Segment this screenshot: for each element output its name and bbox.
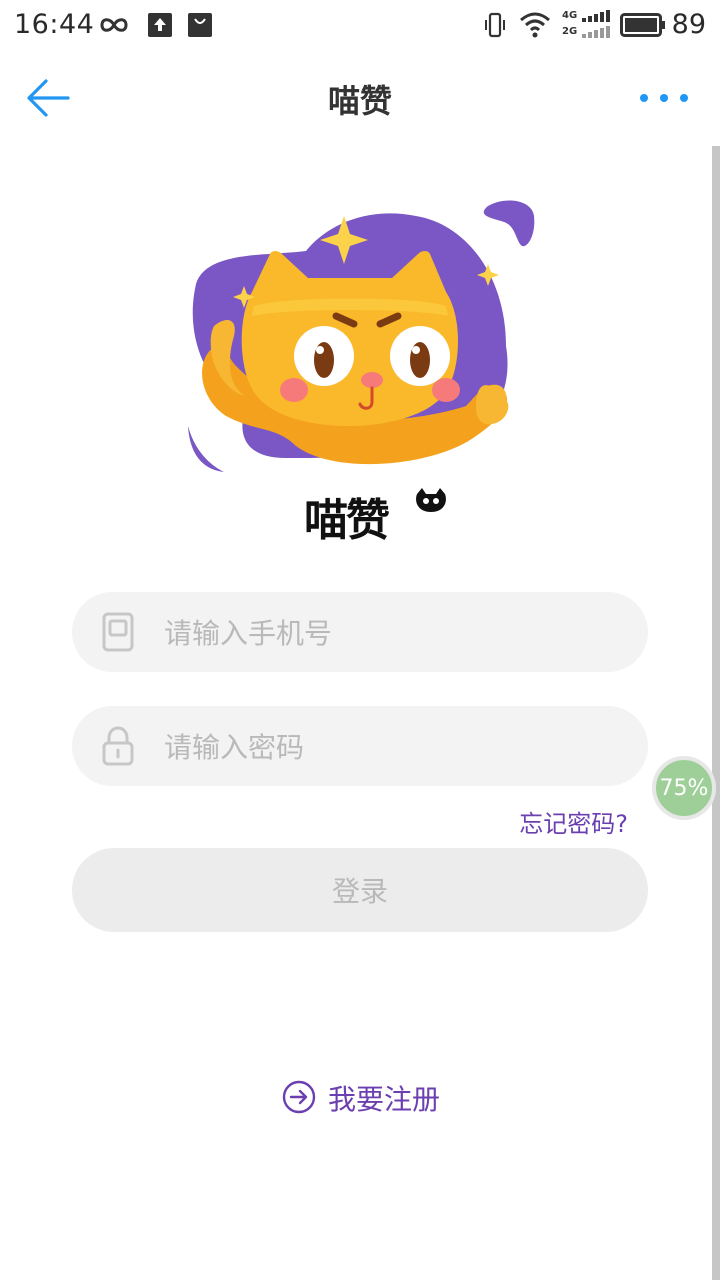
password-field[interactable] [72,706,648,788]
forgot-password-link[interactable]: 忘记密码? [519,804,628,839]
app-header: 喵赞 [0,50,720,146]
shopping-bag-icon [188,13,212,37]
logo-wordmark-text: 喵赞 [304,495,390,546]
status-bar: 16:44 4G 2G 89 [0,0,720,50]
logo-wordmark: 喵赞 [300,480,450,546]
phone-field[interactable] [72,592,648,674]
signal-icon: 4G 2G [562,10,614,40]
password-input[interactable] [162,706,616,788]
upload-icon [148,13,172,37]
wifi-icon [520,12,550,38]
status-time: 16:44 [14,9,95,40]
battery-level: 89 [671,9,706,40]
register-label: 我要注册 [328,1083,441,1116]
phone-icon [102,612,134,652]
infinity-icon [100,18,128,32]
vibrate-icon [485,12,505,38]
page-title: 喵赞 [327,82,392,120]
phone-input[interactable] [162,592,616,674]
floating-progress-text: 75% [659,775,709,801]
cat-face-icon [416,488,446,512]
lock-icon [102,726,134,766]
more-options-button[interactable] [640,88,694,108]
network-2g-label: 2G [562,26,578,37]
floating-progress-badge[interactable]: 75% [652,756,716,820]
battery-icon [620,13,665,37]
login-button[interactable]: 登录 [72,848,648,932]
scrollbar[interactable] [712,146,720,1280]
network-4g-label: 4G [562,10,578,21]
cat-mascot-logo [176,200,535,472]
arrow-right-circle-icon [282,1080,316,1114]
login-screen: 16:44 4G 2G 89 喵赞 喵赞 请输入手机号 忘记密码? 登录 我要注… [0,0,720,1280]
